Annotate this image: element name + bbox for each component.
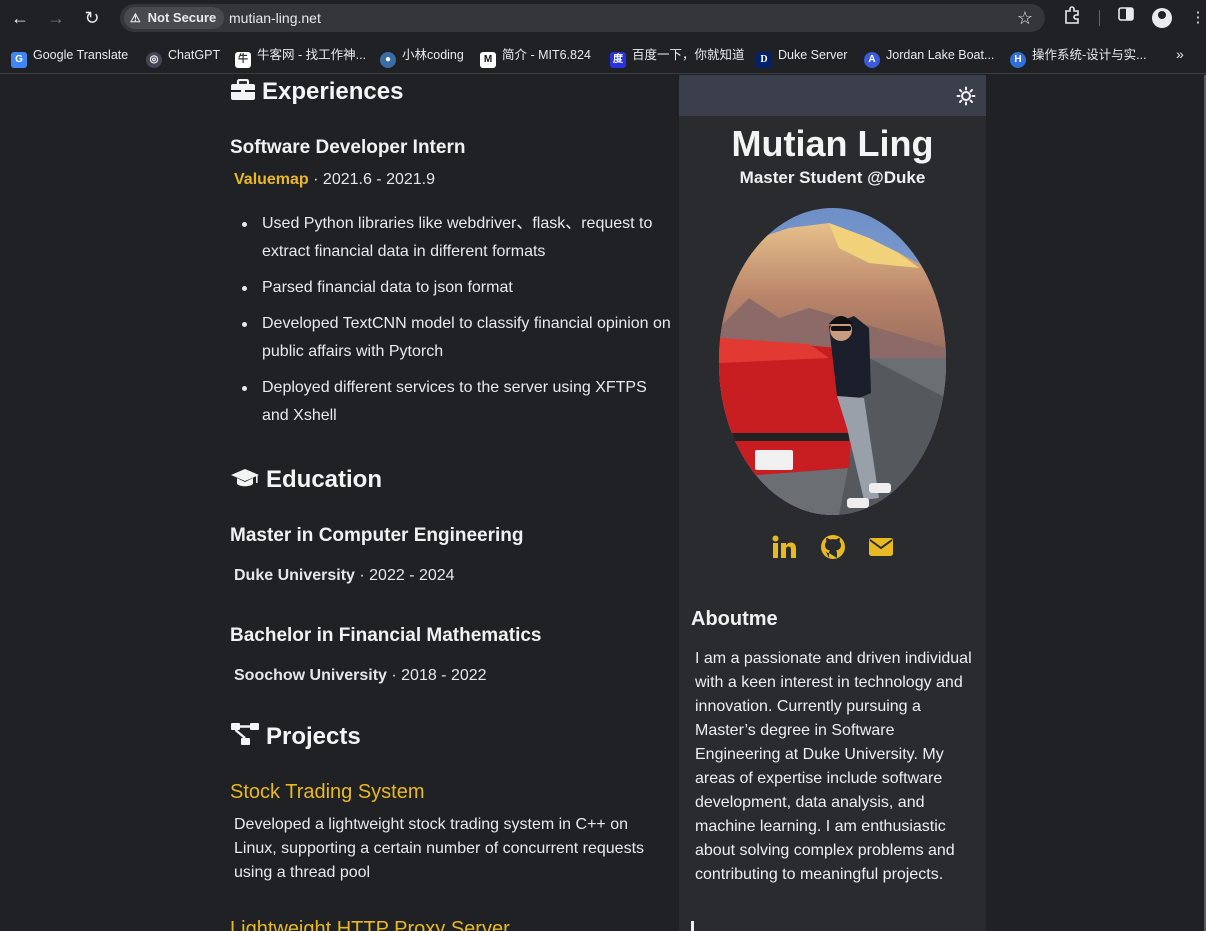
education-heading: Education	[230, 466, 382, 494]
profile-name: Mutian Ling	[731, 123, 934, 164]
project-description: Developed a lightweight stock trading sy…	[234, 816, 645, 881]
jordan-lake-icon: A	[864, 52, 880, 68]
list-item: Developed TextCNN model to classify fina…	[242, 310, 672, 366]
bookmark-xiaolin-coding[interactable]: ● 小林coding	[380, 46, 464, 68]
bookmarks-overflow-chevron-icon[interactable]: »	[1176, 46, 1184, 62]
next-heading-fragment	[691, 921, 694, 931]
os-design-icon: H	[1010, 52, 1026, 68]
bookmark-mit6824[interactable]: M 简介 - MIT6.824	[480, 46, 591, 68]
extensions-puzzle-icon[interactable]	[1060, 6, 1084, 30]
about-heading: Aboutme	[691, 608, 778, 630]
security-label: Not Secure	[147, 10, 217, 25]
linkedin-icon[interactable]	[770, 533, 798, 561]
profile-subtitle: Master Student @Duke	[739, 168, 926, 187]
list-item: Deployed different services to the serve…	[242, 374, 672, 430]
bookmark-jordan-lake[interactable]: A Jordan Lake Boat...	[864, 46, 994, 68]
bookmark-google-translate[interactable]: G Google Translate	[11, 46, 128, 68]
graduation-cap-icon	[231, 469, 259, 487]
google-translate-icon: G	[11, 52, 27, 68]
duke-d-icon: D	[756, 52, 772, 68]
degree-title: Bachelor in Financial Mathematics	[230, 625, 542, 646]
side-panel-icon[interactable]	[1114, 6, 1138, 30]
degree-meta: Soochow University · 2018 - 2022	[234, 667, 487, 684]
job-title: Software Developer Intern	[230, 137, 466, 158]
job-period: · 2021.6 - 2021.9	[308, 171, 436, 188]
degree-title: Master in Computer Engineering	[230, 525, 524, 546]
about-text: I am a passionate and driven individual …	[695, 650, 972, 883]
project-title-link[interactable]: Lightweight HTTP Proxy Server	[230, 918, 510, 931]
projects-heading: Projects	[230, 722, 361, 751]
baidu-paw-icon: 度	[610, 52, 626, 68]
briefcase-icon	[231, 79, 255, 100]
back-arrow-icon[interactable]: ←	[8, 6, 32, 30]
mit-icon: M	[480, 52, 496, 68]
list-item: Used Python libraries like webdriver、fla…	[242, 210, 672, 266]
bookmarks-bar: G Google Translate ◎ ChatGPT 牛牛客网 - 找工作神..…	[0, 36, 1206, 74]
chatgpt-icon: ◎	[146, 52, 162, 68]
bookmark-star-icon[interactable]: ☆	[1017, 7, 1033, 29]
url-text[interactable]: mutian-ling.net	[229, 4, 321, 32]
project-title-link[interactable]: Stock Trading System	[230, 781, 425, 804]
theme-toggle-sun-icon[interactable]	[956, 86, 976, 106]
bookmark-duke-server[interactable]: D Duke Server	[756, 46, 847, 68]
social-links	[679, 533, 986, 561]
reload-icon[interactable]: ↻	[80, 6, 104, 30]
profile-photo	[719, 208, 946, 515]
school-name: Soochow University	[234, 667, 387, 684]
sidebar-header-bar	[679, 75, 986, 116]
github-icon[interactable]	[819, 533, 847, 561]
list-item: Parsed financial data to json format	[242, 274, 672, 302]
bookmark-baidu[interactable]: 度百度一下，你就知道	[610, 46, 745, 68]
nowcoder-icon: 牛	[235, 52, 251, 68]
job-bullets: Used Python libraries like webdriver、fla…	[242, 210, 672, 438]
profile-avatar-icon[interactable]	[1152, 8, 1172, 28]
more-menu-icon[interactable]: ⋮	[1186, 6, 1206, 30]
profile-sidebar: Mutian Ling Master Student @Duke Aboutme…	[679, 75, 986, 931]
bookmark-nowcoder[interactable]: 牛牛客网 - 找工作神...	[235, 46, 366, 68]
xiaolin-coding-icon: ●	[380, 52, 396, 68]
experiences-heading: Experiences	[230, 78, 403, 106]
toolbar-divider	[1099, 10, 1100, 26]
school-name: Duke University	[234, 567, 355, 584]
bookmark-chatgpt[interactable]: ◎ ChatGPT	[146, 46, 220, 68]
company-link[interactable]: Valuemap	[234, 171, 309, 188]
page-viewport: Experiences Software Developer Intern Va…	[0, 75, 1206, 931]
degree-meta: Duke University · 2022 - 2024	[234, 567, 455, 584]
job-meta: Valuemap · 2021.6 - 2021.9	[234, 171, 435, 189]
address-bar[interactable]: ⚠ Not Secure mutian-ling.net ☆	[120, 4, 1045, 32]
forward-arrow-icon[interactable]: →	[44, 6, 68, 30]
bookmark-os-design[interactable]: H 操作系统-设计与实...	[1010, 46, 1147, 68]
email-icon[interactable]	[867, 533, 895, 561]
security-chip[interactable]: ⚠ Not Secure	[124, 7, 225, 29]
browser-toolbar: ← → ↻ ⚠ Not Secure mutian-ling.net ☆ ⋮	[0, 0, 1206, 36]
warning-triangle-icon: ⚠	[130, 11, 141, 25]
project-diagram-icon	[231, 723, 259, 745]
